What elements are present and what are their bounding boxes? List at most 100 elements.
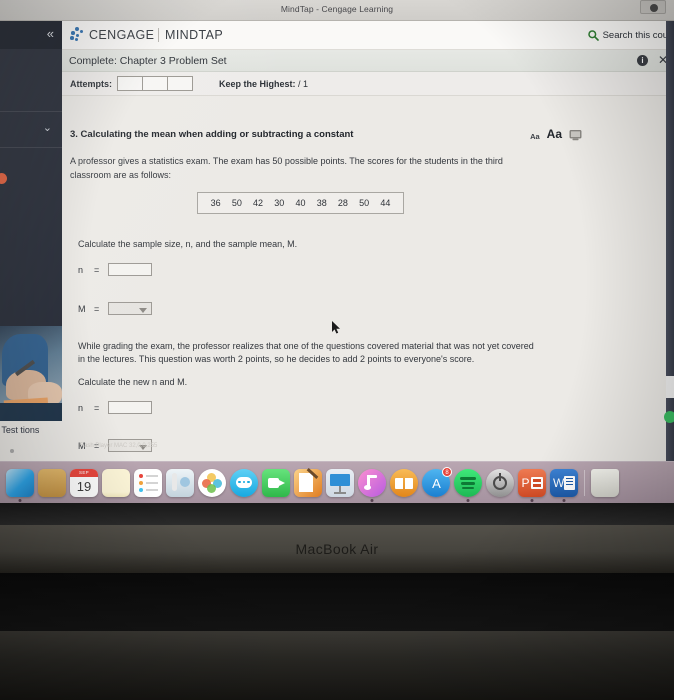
background-window-sliver xyxy=(664,21,674,461)
laptop-hinge-gap xyxy=(0,573,674,631)
window-titlebar: MindTap - Cengage Learning xyxy=(0,0,674,21)
attempt-box-2 xyxy=(142,76,168,91)
system-preferences-icon[interactable] xyxy=(486,468,514,497)
assignment-title: Complete: Chapter 3 Problem Set xyxy=(69,55,227,67)
powerpoint-icon[interactable]: P xyxy=(518,468,546,502)
app-running-indicator xyxy=(18,498,22,502)
sidebar-item-notes[interactable]: s xyxy=(0,261,62,272)
answer-row-m-1: M = xyxy=(78,302,152,315)
score-value: 50 xyxy=(231,198,242,208)
prompt-new-n-m: Calculate the new n and M. xyxy=(78,377,188,387)
flash-player-version: Flash Player MAC 32,0,0,255 xyxy=(79,443,158,449)
keep-highest-label: Keep the Highest: / 1 xyxy=(219,79,308,89)
sidebar-item-answers[interactable]: rs xyxy=(0,231,62,242)
calendar-month: SEP xyxy=(70,468,98,477)
score-value: 30 xyxy=(274,198,285,208)
itunes-icon[interactable] xyxy=(358,468,386,502)
monitor-icon[interactable] xyxy=(569,130,582,141)
answer-input-n-2[interactable] xyxy=(108,401,152,414)
trash-icon[interactable] xyxy=(591,468,619,497)
answer-variable: n xyxy=(78,264,84,275)
brand-mindtap-label: MINDTAP xyxy=(165,28,224,42)
attempts-bar: Attempts: Keep the Highest: / 1 xyxy=(62,72,674,96)
answer-input-n-1[interactable] xyxy=(108,263,152,276)
score-value: 50 xyxy=(359,198,370,208)
window-title: MindTap - Cengage Learning xyxy=(280,4,394,14)
search-icon xyxy=(587,30,599,41)
info-icon[interactable]: i xyxy=(637,55,648,66)
sidebar-item-progress[interactable]: cess xyxy=(0,293,62,304)
sidebar-item-catalog[interactable]: og xyxy=(0,201,62,212)
answer-row-n-1: n = xyxy=(78,263,152,276)
keyboard-deck: ⌸ F3 ☷ F4 ☀ F5 ☀ F6 ◀◀ F7 ▶❙❙ F8 xyxy=(0,631,674,700)
calendar-day: 19 xyxy=(76,478,92,494)
font-size-tools: Aa Aa xyxy=(530,127,582,141)
app-running-indicator xyxy=(370,498,374,502)
sidebar-divider xyxy=(0,147,62,148)
search-course-button[interactable]: Search this cours xyxy=(587,30,674,41)
sidebar-divider xyxy=(0,111,62,112)
attempts-label: Attempts: xyxy=(70,79,112,89)
chevron-down-icon[interactable]: ⌄ xyxy=(43,121,52,134)
sidebar-promo-card[interactable]: edict Test tions xyxy=(0,421,62,461)
laptop-screen: MindTap - Cengage Learning « ⌄ og rs s c… xyxy=(0,0,674,525)
window-corner-control[interactable] xyxy=(640,0,666,14)
keep-highest-text: Keep the Highest: xyxy=(219,79,296,89)
sidebar-collapse-icon[interactable]: « xyxy=(47,27,54,40)
app-store-badge: 8 xyxy=(442,466,452,477)
word-icon[interactable]: W xyxy=(550,468,578,502)
app-running-indicator xyxy=(466,498,470,502)
photos-icon[interactable] xyxy=(198,468,226,497)
finder-icon[interactable] xyxy=(6,468,34,502)
app-store-icon[interactable]: A 8 xyxy=(422,466,452,497)
font-increase-button[interactable]: Aa xyxy=(547,127,562,141)
answer-variable: n xyxy=(78,402,84,413)
ibooks-icon[interactable] xyxy=(390,468,418,497)
pages-icon[interactable] xyxy=(294,467,322,497)
answer-row-n-2: n = xyxy=(78,401,152,414)
spotify-icon[interactable] xyxy=(454,468,482,502)
screen-bezel-bottom xyxy=(0,503,674,525)
macbook-model-label: MacBook Air xyxy=(295,541,379,557)
mouse-cursor xyxy=(332,321,340,334)
brand-bar: CENGAGE MINDTAP Search this cours xyxy=(62,21,674,50)
answer-equals: = xyxy=(94,303,100,314)
prompt-sample-size-mean: Calculate the sample size, n, and the sa… xyxy=(78,239,298,249)
course-sidebar: « ⌄ og rs s cess edict Test tions xyxy=(0,21,62,461)
sidebar-header: « xyxy=(0,21,62,49)
sidebar-promo-text: edict Test tions xyxy=(0,425,40,435)
weather-icon[interactable] xyxy=(166,468,194,497)
carousel-dot[interactable] xyxy=(10,449,14,453)
score-value: 40 xyxy=(295,198,306,208)
attempt-box-3 xyxy=(167,76,193,91)
score-value: 36 xyxy=(210,198,221,208)
mindtap-app: CENGAGE MINDTAP Search this cours Comple… xyxy=(62,21,674,461)
assignment-bar: Complete: Chapter 3 Problem Set i ✕ xyxy=(62,50,674,72)
folder-icon[interactable] xyxy=(38,468,66,497)
score-value: 28 xyxy=(337,198,348,208)
answer-equals: = xyxy=(94,402,100,413)
brand-cengage-label: CENGAGE xyxy=(89,28,155,42)
score-value: 44 xyxy=(380,198,391,208)
app-running-indicator xyxy=(530,498,534,502)
question-title: 3. Calculating the mean when adding or s… xyxy=(70,129,354,140)
sidebar-notification-badge xyxy=(0,173,7,184)
font-decrease-button[interactable]: Aa xyxy=(530,132,540,141)
messages-icon[interactable] xyxy=(230,468,258,497)
calendar-icon[interactable]: SEP 19 xyxy=(70,468,98,497)
brand-separator xyxy=(158,28,159,42)
dock-separator xyxy=(584,469,585,496)
facetime-icon[interactable] xyxy=(262,468,290,497)
background-window-dot xyxy=(664,411,674,423)
keep-highest-value: / 1 xyxy=(298,79,309,89)
keynote-icon[interactable] xyxy=(326,468,354,497)
problem-content: 3. Calculating the mean when adding or s… xyxy=(62,96,674,461)
app-running-indicator xyxy=(562,498,566,502)
reminders-icon[interactable] xyxy=(134,468,162,497)
answer-dropdown-m-1[interactable] xyxy=(108,302,152,315)
window-corner-dot xyxy=(650,4,658,12)
answer-variable: M xyxy=(78,303,86,314)
answer-equals: = xyxy=(94,264,100,275)
question-body-2: While grading the exam, the professor re… xyxy=(78,341,534,364)
notes-icon[interactable] xyxy=(102,468,130,497)
